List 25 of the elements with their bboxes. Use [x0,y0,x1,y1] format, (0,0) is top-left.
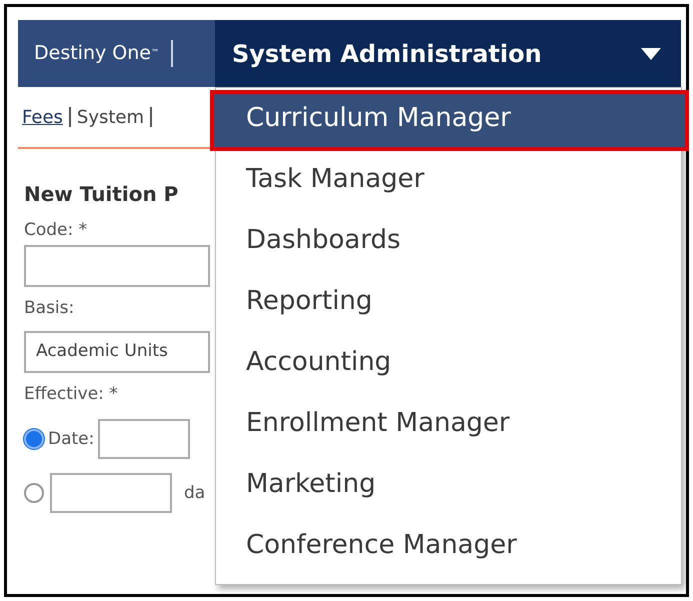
menu-item[interactable]: Task Manager [216,151,681,212]
menu-item[interactable]: Reporting [216,273,681,334]
date-field[interactable] [98,419,190,460]
menu-item[interactable]: Accounting [216,334,681,395]
radio-button[interactable] [24,483,44,504]
radio-button[interactable] [24,429,44,450]
radio-label: Date: [48,428,94,451]
breadcrumb-link[interactable]: Fees [22,104,63,130]
menu-item[interactable]: Curriculum Manager [210,90,689,151]
days-field[interactable] [50,473,172,514]
field-label: Code: * [24,219,88,242]
basis-select[interactable]: Academic Units [24,331,210,374]
menu-item[interactable]: Dashboards [216,212,681,273]
menu-item[interactable]: Marketing [216,456,681,517]
brand-name: Destiny One$^{™}$ [34,40,173,67]
caret-icon [641,48,661,60]
field-label: Basis: [24,297,76,320]
breadcrumb-text: System [76,106,144,130]
radio-label: da [184,482,206,505]
menu-item[interactable]: Conference Manager [216,517,681,578]
module-selector[interactable]: System Administration [215,20,681,87]
field-label: Effective: * [24,383,119,406]
menu-item[interactable]: Enrollment Manager [216,395,681,456]
code-field[interactable] [24,245,210,288]
form-title: New Tuition P [24,181,180,208]
